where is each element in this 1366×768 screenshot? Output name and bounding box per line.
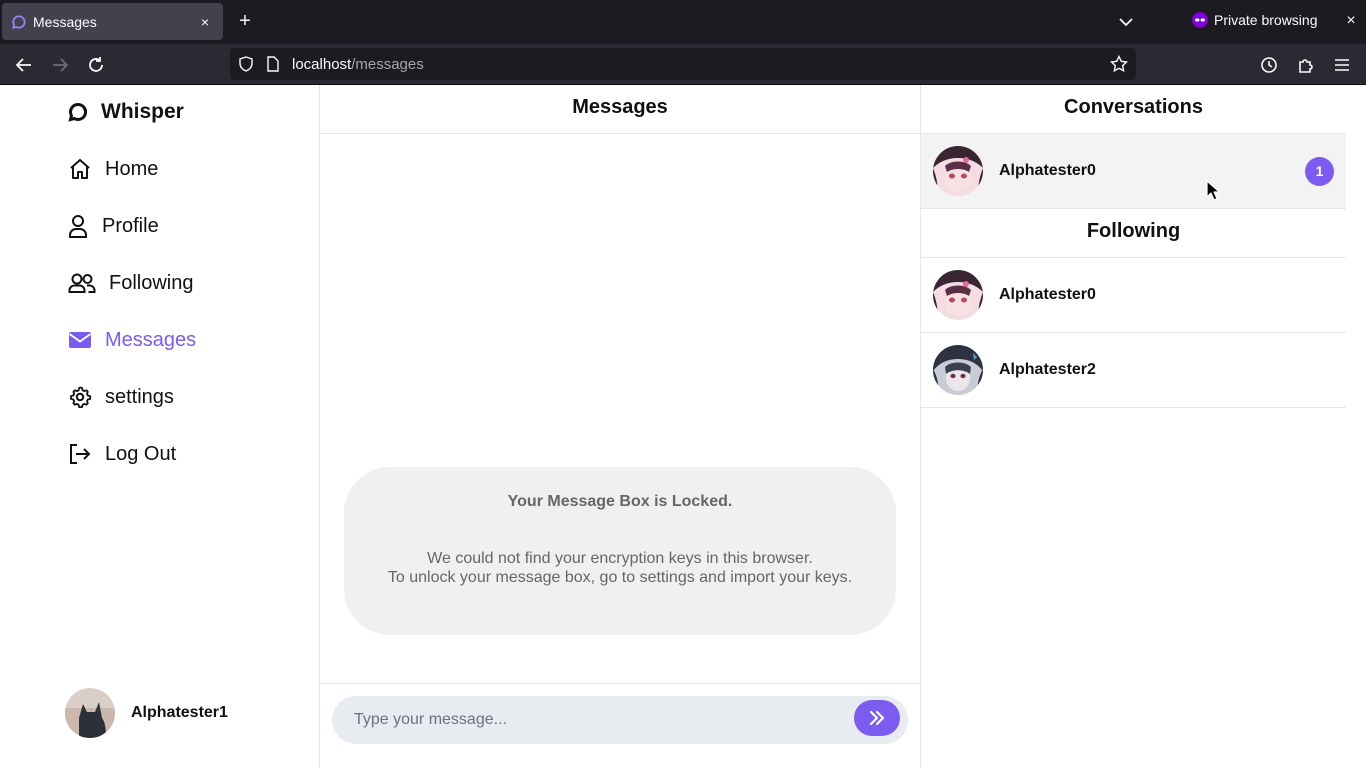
logout-icon [70, 444, 91, 464]
cat-silhouette-avatar-icon [65, 688, 115, 738]
following-item[interactable]: Alphatester2 [921, 333, 1346, 408]
page-info-icon[interactable] [266, 56, 280, 72]
left-sidebar: Whisper Home Profile Following Messages … [0, 85, 320, 768]
sidebar-item-label: Log Out [105, 442, 177, 465]
home-icon [70, 159, 90, 179]
following-user-name: Alphatester0 [999, 286, 1096, 303]
reload-icon[interactable] [85, 54, 107, 76]
sidebar-item-label: Messages [105, 328, 197, 351]
browser-tab-bar: Messages × + Private browsing × [0, 0, 1366, 44]
following-item[interactable]: Alphatester0 [921, 258, 1346, 333]
locked-description-line-2: To unlock your message box, go to settin… [387, 569, 853, 586]
message-input-container [332, 696, 908, 744]
send-button[interactable] [854, 700, 900, 736]
message-input[interactable] [354, 708, 834, 732]
following-title: Following [921, 209, 1346, 258]
mouse-cursor-icon [1206, 180, 1220, 201]
conversation-user-name: Alphatester0 [999, 162, 1096, 179]
sidebar-item-messages[interactable]: Messages [68, 328, 196, 352]
anime-girl-avatar-icon [933, 270, 983, 320]
brand-name: Whisper [101, 100, 184, 123]
tab-close-icon[interactable]: × [197, 14, 213, 30]
locked-message-box: Your Message Box is Locked. We could not… [344, 467, 896, 635]
sidebar-item-label: Following [109, 271, 194, 294]
users-icon [68, 273, 96, 293]
avatar [65, 688, 115, 738]
gear-icon [70, 386, 92, 408]
forward-arrow-icon[interactable] [49, 54, 71, 76]
conversation-item[interactable]: Alphatester0 1 [921, 134, 1346, 209]
sidebar-item-profile[interactable]: Profile [68, 214, 159, 238]
url-text[interactable]: localhost/messages [292, 56, 1110, 73]
messages-panel: Messages Your Message Box is Locked. We … [320, 85, 921, 768]
url-host: localhost [292, 55, 352, 73]
sidebar-item-logout[interactable]: Log Out [68, 442, 176, 466]
browser-tab-messages[interactable]: Messages × [2, 3, 223, 40]
extensions-puzzle-icon[interactable] [1295, 54, 1317, 76]
anime-character-avatar-icon [933, 345, 983, 395]
conversations-title: Conversations [921, 85, 1346, 134]
private-browsing-indicator: Private browsing [1192, 12, 1318, 28]
anime-girl-avatar-icon [933, 146, 983, 196]
following-user-name: Alphatester2 [999, 361, 1096, 378]
back-arrow-icon[interactable] [13, 54, 35, 76]
sidebar-item-label: Profile [102, 214, 159, 237]
sidebar-item-home[interactable]: Home [68, 157, 158, 181]
url-path: /messages [351, 55, 424, 73]
browser-tab-title: Messages [33, 13, 97, 30]
shield-icon[interactable] [238, 56, 254, 72]
right-panel: Conversations Alphatester0 1 Following A… [921, 85, 1346, 768]
brand[interactable]: Whisper [68, 100, 184, 124]
whisper-logo-icon [68, 102, 87, 122]
private-browsing-label: Private browsing [1214, 12, 1318, 28]
address-bar[interactable]: localhost/messages [230, 48, 1136, 80]
user-icon [69, 215, 87, 238]
envelope-icon [68, 332, 92, 348]
current-user-name: Alphatester1 [131, 704, 228, 721]
bookmark-star-icon[interactable] [1110, 55, 1128, 73]
unread-count-badge: 1 [1305, 157, 1334, 186]
window-close-icon[interactable]: × [1342, 12, 1360, 32]
double-chevron-right-icon [869, 710, 885, 726]
avatar [933, 270, 983, 320]
tab-list-chevron-icon[interactable] [1116, 12, 1136, 32]
private-mask-icon [1192, 12, 1208, 28]
browser-nav-bar: localhost/messages [0, 44, 1366, 85]
history-clock-icon[interactable] [1258, 54, 1280, 76]
sidebar-item-settings[interactable]: settings [68, 385, 174, 409]
sidebar-item-label: settings [105, 385, 174, 408]
current-user[interactable]: Alphatester1 [65, 688, 228, 738]
locked-title: Your Message Box is Locked. [507, 493, 733, 510]
hamburger-menu-icon[interactable] [1331, 54, 1353, 76]
whisper-favicon-icon [12, 14, 26, 29]
message-composer [320, 683, 920, 768]
sidebar-item-label: Home [105, 157, 159, 180]
avatar [933, 345, 983, 395]
avatar [933, 146, 983, 196]
sidebar-item-following[interactable]: Following [68, 271, 193, 295]
new-tab-button[interactable]: + [233, 10, 257, 34]
locked-description-line-1: We could not find your encryption keys i… [427, 550, 813, 567]
page-title: Messages [320, 85, 920, 134]
app-root: Whisper Home Profile Following Messages … [0, 85, 1366, 768]
